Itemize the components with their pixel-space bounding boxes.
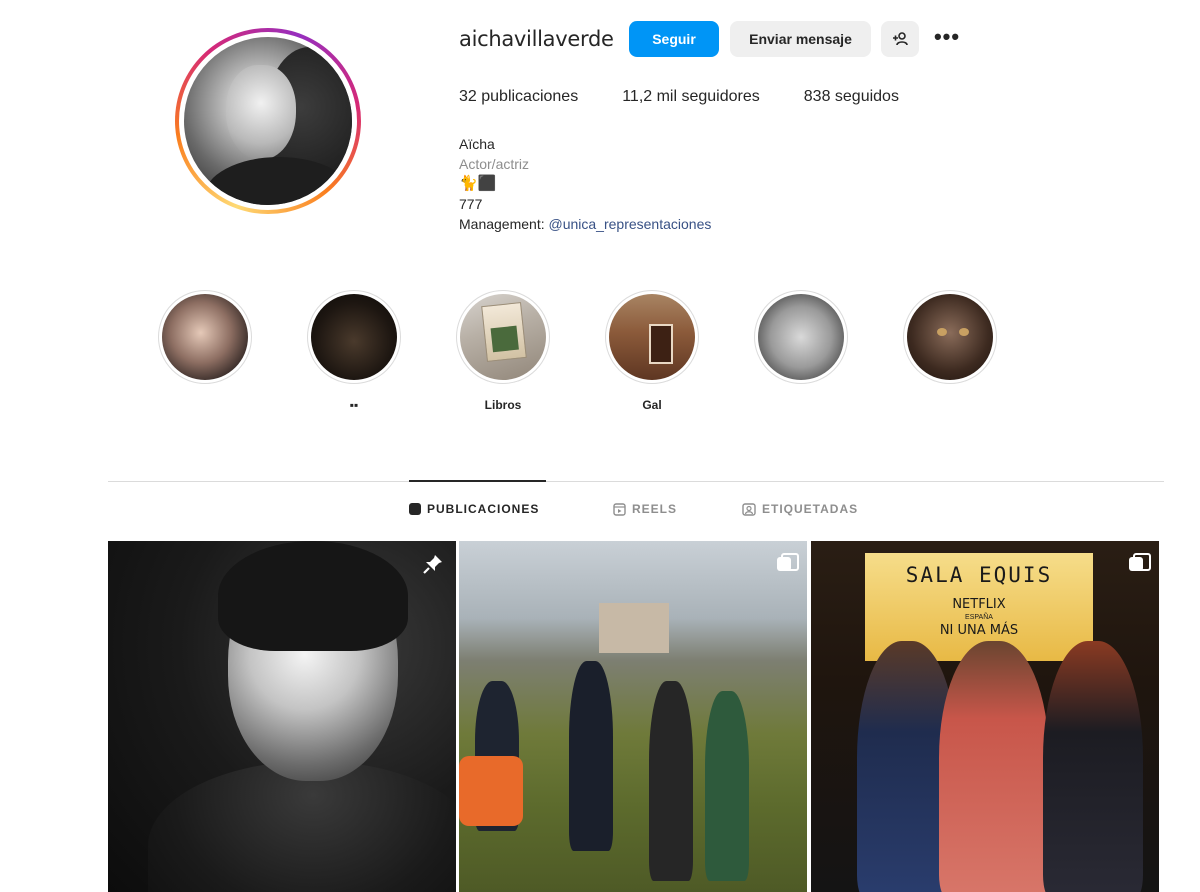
post-person [569, 661, 613, 851]
post-thumbnail[interactable]: SALA EQUIS NETFLIX ESPAÑA NI UNA MÁS [811, 541, 1159, 892]
carousel-icon [1129, 553, 1151, 571]
profile-avatar[interactable] [175, 28, 361, 214]
reels-icon [613, 502, 626, 516]
avatar-inner [179, 32, 357, 210]
post-house [599, 603, 669, 653]
highlight-ring [158, 290, 252, 384]
highlight-cover [609, 294, 695, 380]
highlight-label: Libros [484, 398, 522, 412]
story-highlight[interactable] [158, 290, 252, 414]
post-thumbnail[interactable] [108, 541, 456, 892]
avatar-face [226, 65, 296, 160]
highlight-cover [460, 294, 546, 380]
sign-line-1: SALA EQUIS [905, 563, 1053, 587]
sign-line-2: NETFLIX [952, 597, 1006, 612]
highlight-label: ▪▪ [349, 398, 359, 412]
carousel-icon [777, 553, 799, 571]
management-prefix: Management: [459, 216, 549, 232]
highlight-ring [903, 290, 997, 384]
sign-line-3: ESPAÑA [965, 614, 993, 621]
window-image [649, 324, 673, 364]
profile-stats: 32 publicaciones 11,2 mil seguidores 838… [459, 88, 943, 106]
post-person [649, 681, 693, 881]
tab-reels-label: REELS [632, 502, 678, 516]
highlight-cover [758, 294, 844, 380]
tab-tagged-label: ETIQUETADAS [762, 502, 859, 516]
post-person [1043, 641, 1143, 892]
following-count[interactable]: 838 seguidos [804, 88, 899, 106]
post-person [705, 691, 749, 881]
person-plus-icon [893, 32, 908, 46]
bio-emoji-line: 🐈⬛ [459, 175, 497, 192]
suggest-user-button[interactable] [881, 21, 919, 57]
profile-category: Actor/actriz [459, 156, 530, 172]
active-tab-indicator [409, 480, 546, 482]
tabs-divider [108, 481, 1164, 482]
grid-icon [409, 503, 421, 515]
highlight-cover [162, 294, 248, 380]
followers-count[interactable]: 11,2 mil seguidores [622, 88, 760, 106]
follow-button[interactable]: Seguir [629, 21, 719, 57]
highlight-label [754, 398, 848, 414]
more-options-button[interactable]: ••• [929, 19, 965, 55]
highlight-ring [307, 290, 401, 384]
story-highlight[interactable]: Gal [605, 290, 699, 414]
story-highlight[interactable]: Libros [456, 290, 550, 414]
post-orange-stroller [459, 756, 523, 826]
post-person [939, 641, 1049, 892]
highlight-ring [456, 290, 550, 384]
tab-reels[interactable]: REELS [613, 502, 677, 516]
tab-posts[interactable]: PUBLICACIONES [409, 502, 539, 516]
story-highlight[interactable] [754, 290, 848, 414]
post-figure-hair [218, 541, 408, 651]
book-image [481, 302, 527, 362]
highlight-cover [907, 294, 993, 380]
profile-bio: Aïcha Actor/actriz 🐈⬛ 777 Management: @u… [459, 134, 711, 234]
sign-line-4: NI UNA MÁS [939, 623, 1019, 638]
profile-username: aichavillaverde [459, 27, 614, 51]
posts-count: 32 publicaciones [459, 88, 579, 105]
send-message-button[interactable]: Enviar mensaje [730, 21, 871, 57]
highlight-ring [754, 290, 848, 384]
tab-posts-label: PUBLICACIONES [427, 502, 540, 516]
highlight-label [158, 398, 252, 414]
dog-eye [959, 328, 969, 336]
management-link[interactable]: @unica_representaciones [549, 216, 712, 232]
highlight-label: Gal [642, 398, 662, 412]
bio-number-line: 777 [459, 196, 483, 212]
dog-eye [937, 328, 947, 336]
highlight-label [903, 398, 997, 414]
bio-management-line: Management: @unica_representaciones [459, 214, 711, 234]
story-highlight[interactable]: ▪▪ [307, 290, 401, 414]
tagged-icon [742, 502, 756, 516]
pin-icon [423, 555, 442, 574]
story-highlight[interactable] [903, 290, 997, 414]
highlight-ring [605, 290, 699, 384]
avatar-photo [184, 37, 352, 205]
highlight-cover [311, 294, 397, 380]
post-thumbnail[interactable] [459, 541, 807, 892]
tab-tagged[interactable]: ETIQUETADAS [742, 502, 858, 516]
profile-full-name: Aïcha [459, 136, 495, 152]
